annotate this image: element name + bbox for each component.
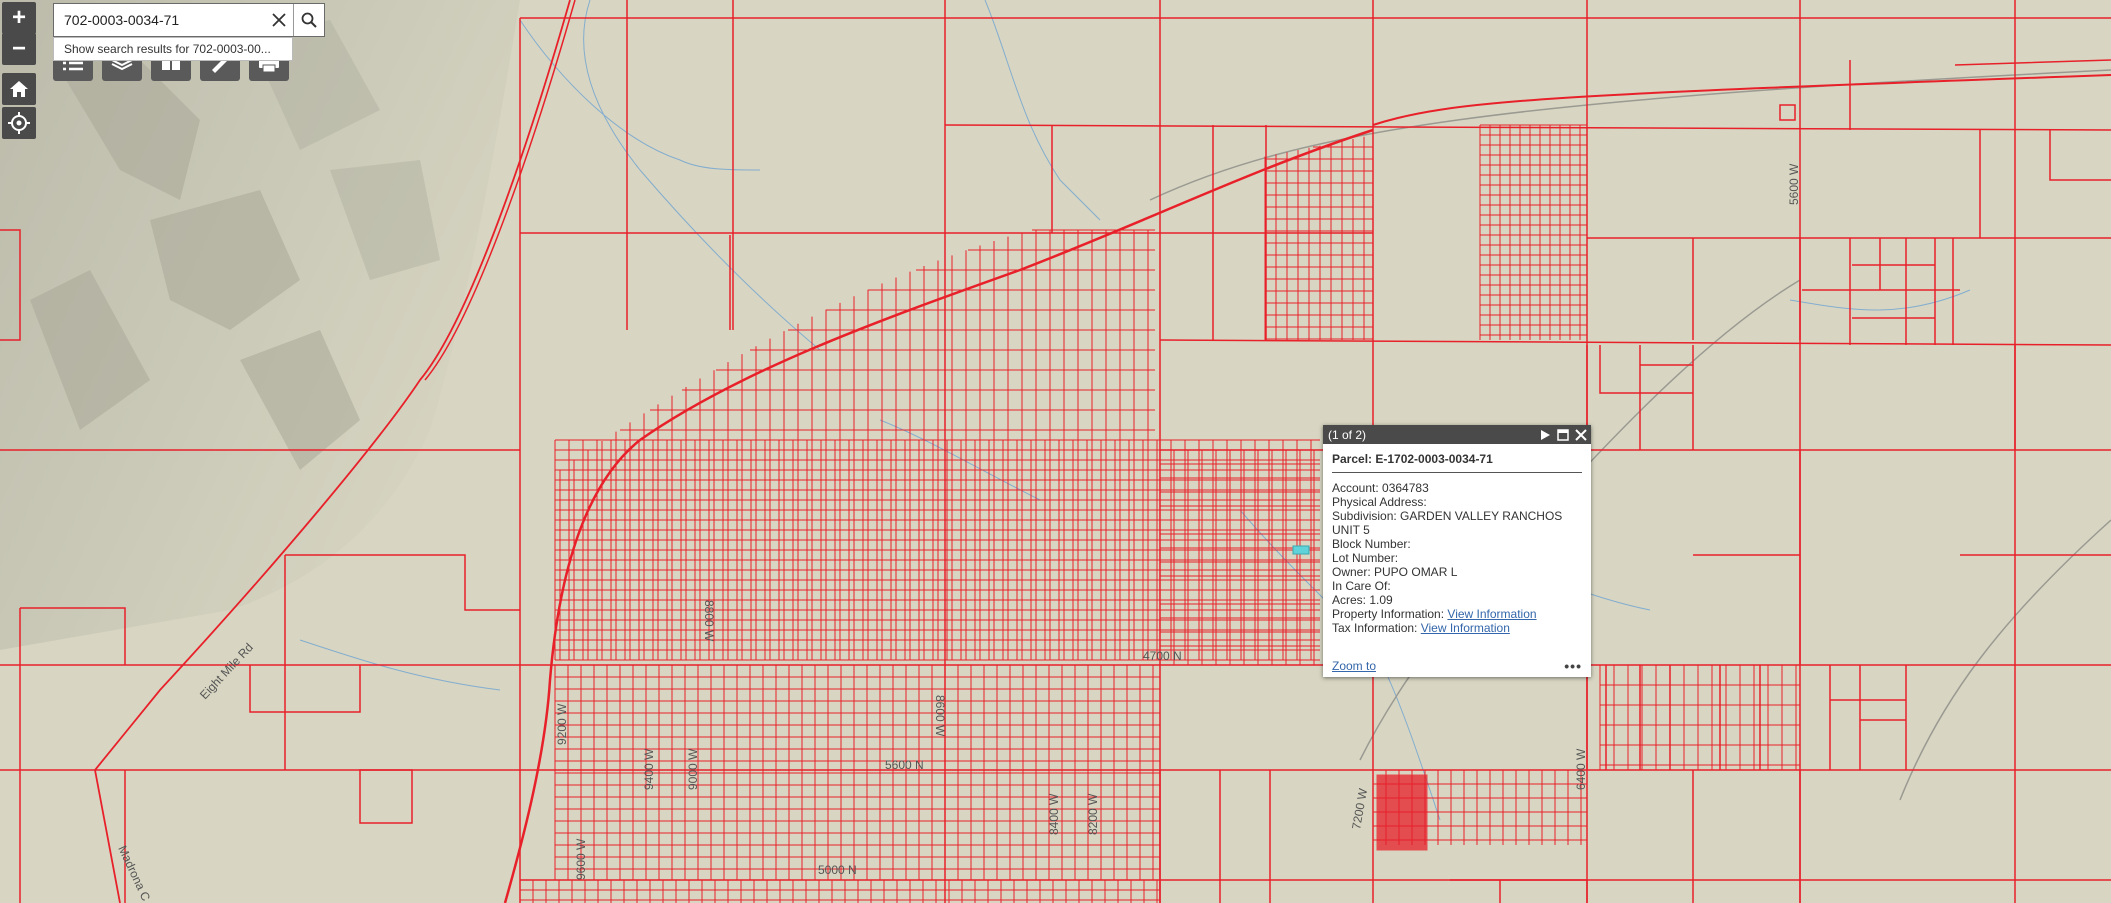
road-label: 9400 W [642,748,656,790]
road-label: 5000 N [818,863,857,877]
tax-info-label: Tax Information: [1332,621,1418,635]
close-icon[interactable] [1575,428,1587,441]
search-suggestion[interactable]: Show search results for 702-0003-00... [53,37,293,61]
tax-info-link[interactable]: View Information [1421,621,1510,635]
acres-field: Acres: 1.09 [1332,593,1393,607]
parcel-popup: (1 of 2) Parcel: E-1702-0003-0034-71 Acc… [1323,425,1591,677]
lot-number-field: Lot Number: [1332,551,1399,565]
property-info-label: Property Information: [1332,607,1445,621]
road-label: 8600 W [933,695,947,737]
clear-search-button[interactable] [265,4,293,36]
map-view[interactable]: Eight Mile Rd Madrona C 5600 W 7200 W 64… [0,0,2111,903]
road-label: 5600 W [1787,163,1801,205]
road-label: 4700 N [1143,649,1182,663]
road-label: 8400 W [1047,793,1061,835]
search-input[interactable] [54,5,265,35]
owner-field: Owner: PUPO OMAR L [1332,565,1458,579]
road-label: 9200 W [555,703,569,745]
tax-info-row: Tax Information: View Information [1332,621,1582,635]
search-widget [53,3,325,37]
road-label: 9600 W [574,838,588,880]
road-label: 6400 W [1574,748,1588,790]
popup-title: Parcel: E-1702-0003-0034-71 [1332,452,1582,473]
zoom-in-button[interactable]: + [2,2,36,34]
home-button[interactable] [2,73,36,105]
road-label: 5600 N [885,758,924,772]
search-button[interactable] [293,4,324,36]
block-number-field: Block Number: [1332,537,1411,551]
subdivision-field: Subdivision: GARDEN VALLEY RANCHOS [1332,509,1563,523]
popup-counter: (1 of 2) [1328,427,1367,442]
search-icon [301,12,317,28]
property-info-link[interactable]: View Information [1447,607,1536,621]
close-icon [272,13,286,27]
locate-button[interactable] [2,107,36,139]
popup-header: (1 of 2) [1323,425,1591,444]
subdivision-field-cont: UNIT 5 [1332,523,1370,537]
road-label: 8800 W [702,600,716,642]
road-label: 9000 W [686,748,700,790]
home-icon [10,81,28,97]
selected-parcel-highlight[interactable] [1292,545,1310,555]
property-info-row: Property Information: View Information [1332,607,1582,621]
zoom-to-link[interactable]: Zoom to [1332,659,1376,673]
road-label: 8200 W [1086,793,1100,835]
maximize-icon[interactable] [1557,428,1569,441]
zoom-out-button[interactable]: − [2,33,36,65]
care-of-field: In Care Of: [1332,579,1391,593]
locate-icon [8,112,30,134]
more-actions-button[interactable]: ••• [1564,658,1582,674]
physical-address-field: Physical Address: [1332,495,1427,509]
account-field: Account: 0364783 [1332,481,1429,495]
next-feature-icon[interactable] [1539,429,1551,441]
